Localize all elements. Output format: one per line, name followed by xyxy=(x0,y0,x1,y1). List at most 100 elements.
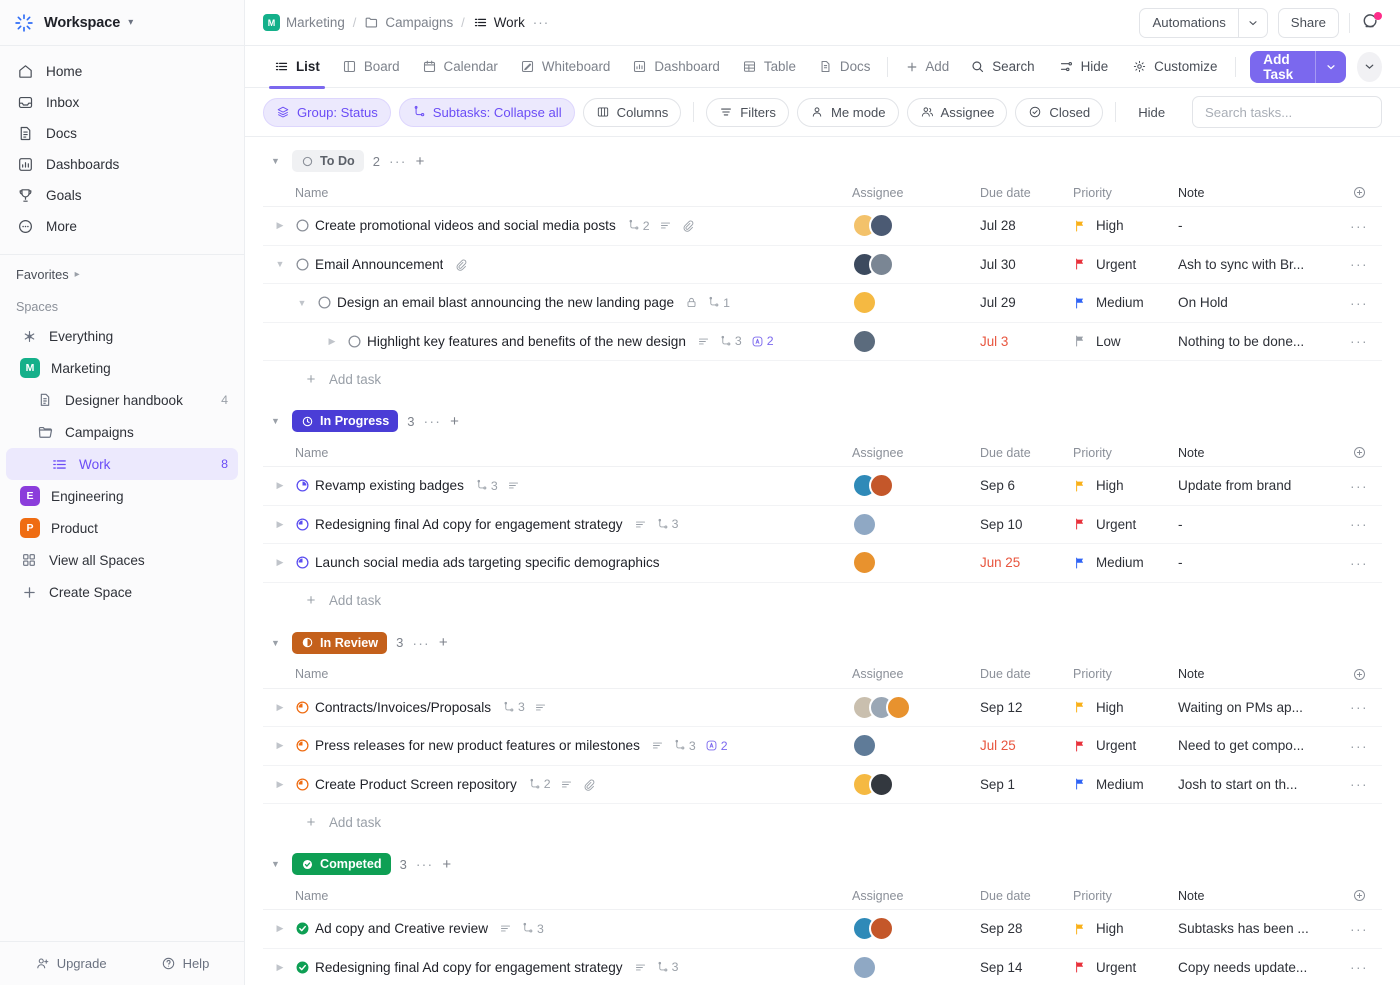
due-date-cell[interactable]: Sep 28 xyxy=(980,921,1073,936)
expand-caret-icon[interactable]: ▶ xyxy=(271,557,289,568)
assignee-cell[interactable] xyxy=(852,694,980,720)
assignee-cell[interactable] xyxy=(852,251,980,277)
sidebar-item-everything[interactable]: Everything xyxy=(6,320,238,352)
upgrade-button[interactable]: Upgrade xyxy=(35,956,107,971)
hide-filters-button[interactable]: Hide xyxy=(1128,105,1175,120)
row-menu-button[interactable]: ··· xyxy=(1336,699,1382,715)
expand-caret-icon[interactable]: ▶ xyxy=(271,702,289,713)
row-menu-button[interactable]: ··· xyxy=(1336,333,1382,349)
expand-caret-icon[interactable]: ▼ xyxy=(293,298,311,308)
tab-board[interactable]: Board xyxy=(331,46,411,88)
row-menu-button[interactable]: ··· xyxy=(1336,555,1382,571)
expand-caret-icon[interactable]: ▶ xyxy=(271,779,289,790)
nav-item-more[interactable]: More xyxy=(8,211,236,242)
priority-cell[interactable]: High xyxy=(1073,478,1178,493)
task-group-menu-button[interactable]: ··· xyxy=(389,153,407,169)
table-row[interactable]: ▶ Highlight key features and benefits of … xyxy=(263,323,1382,361)
task-group-menu-button[interactable]: ··· xyxy=(416,856,434,872)
workspace-switcher[interactable]: Workspace ▾ xyxy=(0,0,244,46)
tab-whiteboard[interactable]: Whiteboard xyxy=(509,46,621,88)
chip-me-mode[interactable]: Me mode xyxy=(796,97,899,127)
sidebar-item-designer-handbook[interactable]: Designer handbook 4 xyxy=(6,384,238,416)
priority-cell[interactable]: High xyxy=(1073,921,1178,936)
priority-cell[interactable]: Low xyxy=(1073,334,1178,349)
chip-columns[interactable]: Columns xyxy=(582,97,682,127)
share-button[interactable]: Share xyxy=(1277,7,1339,38)
sidebar-item-product[interactable]: P Product xyxy=(6,512,238,544)
assignee-cell[interactable] xyxy=(852,511,980,537)
help-button[interactable]: Help xyxy=(161,956,209,971)
expand-caret-icon[interactable]: ▼ xyxy=(271,259,289,269)
nav-item-dashboards[interactable]: Dashboards xyxy=(8,149,236,180)
due-date-cell[interactable]: Sep 10 xyxy=(980,517,1073,532)
hide-button[interactable]: Hide xyxy=(1049,52,1119,82)
note-cell[interactable]: - xyxy=(1178,218,1336,233)
sidebar-item-campaigns[interactable]: Campaigns xyxy=(6,416,238,448)
assignee-cell[interactable] xyxy=(852,290,980,316)
table-row[interactable]: ▶ Create promotional videos and social me… xyxy=(263,207,1382,246)
add-view-button[interactable]: Add xyxy=(894,59,960,74)
due-date-cell[interactable]: Jul 29 xyxy=(980,295,1073,310)
assignee-cell[interactable] xyxy=(852,733,980,759)
task-group-add-button[interactable]: + xyxy=(439,634,448,651)
table-row[interactable]: ▶ Create Product Screen repository 2 Sep 1 M… xyxy=(263,766,1382,804)
table-row[interactable]: ▼ Email Announcement Jul 30 Urgent Ash to sy… xyxy=(263,246,1382,284)
task-status-icon[interactable] xyxy=(289,256,315,273)
tab-dashboard[interactable]: Dashboard xyxy=(621,46,731,88)
row-menu-button[interactable]: ··· xyxy=(1336,478,1382,494)
chip-assignee[interactable]: Assignee xyxy=(906,97,1008,127)
expand-caret-icon[interactable]: ▶ xyxy=(271,923,289,934)
chevron-down-icon[interactable]: ▾ xyxy=(128,17,133,28)
note-cell[interactable]: Nothing to be done... xyxy=(1178,334,1336,349)
chevron-down-icon[interactable]: ▼ xyxy=(271,859,283,869)
chip-closed[interactable]: Closed xyxy=(1015,97,1104,127)
note-cell[interactable]: Update from brand xyxy=(1178,478,1336,493)
expand-caret-icon[interactable]: ▶ xyxy=(323,336,341,347)
row-menu-button[interactable]: ··· xyxy=(1336,218,1382,234)
row-menu-button[interactable]: ··· xyxy=(1336,738,1382,754)
row-menu-button[interactable]: ··· xyxy=(1336,516,1382,532)
nav-item-home[interactable]: Home xyxy=(8,56,236,87)
due-date-cell[interactable]: Sep 12 xyxy=(980,700,1073,715)
due-date-cell[interactable]: Sep 14 xyxy=(980,960,1073,975)
status-badge[interactable]: In Progress xyxy=(292,410,399,432)
task-group-add-button[interactable]: + xyxy=(450,413,459,430)
task-group-add-button[interactable]: + xyxy=(416,153,425,170)
note-cell[interactable]: Josh to start on th... xyxy=(1178,777,1336,792)
table-row[interactable]: ▶ Contracts/Invoices/Proposals 3 Sep 12 High… xyxy=(263,689,1382,727)
breadcrumb-item-marketing[interactable]: M Marketing xyxy=(263,14,345,31)
add-column-button[interactable] xyxy=(1336,185,1382,200)
priority-cell[interactable]: Urgent xyxy=(1073,960,1178,975)
breadcrumb-more-button[interactable]: ··· xyxy=(533,15,549,30)
task-status-icon[interactable] xyxy=(289,217,315,234)
task-status-icon[interactable] xyxy=(289,776,315,793)
nav-item-goals[interactable]: Goals xyxy=(8,180,236,211)
row-menu-button[interactable]: ··· xyxy=(1336,921,1382,937)
table-row[interactable]: ▶ Revamp existing badges 3 Sep 6 High Update … xyxy=(263,467,1382,506)
nav-item-inbox[interactable]: Inbox xyxy=(8,87,236,118)
status-badge[interactable]: In Review xyxy=(292,631,388,654)
tab-list[interactable]: List xyxy=(263,46,331,89)
row-menu-button[interactable]: ··· xyxy=(1336,959,1382,975)
add-task-row[interactable]: + Add task xyxy=(263,804,1382,840)
due-date-cell[interactable]: Jul 3 xyxy=(980,334,1073,349)
assignee-cell[interactable] xyxy=(852,916,980,942)
due-date-cell[interactable]: Sep 6 xyxy=(980,478,1073,493)
expand-caret-icon[interactable]: ▶ xyxy=(271,220,289,231)
nav-item-docs[interactable]: Docs xyxy=(8,118,236,149)
breadcrumb-item-work[interactable]: Work xyxy=(473,15,525,30)
note-cell[interactable]: Waiting on PMs ap... xyxy=(1178,700,1336,715)
note-cell[interactable]: On Hold xyxy=(1178,295,1336,310)
assignee-cell[interactable] xyxy=(852,473,980,499)
note-cell[interactable]: Subtasks has been ... xyxy=(1178,921,1336,936)
due-date-cell[interactable]: Jun 25 xyxy=(980,555,1073,570)
sidebar-item-create-space[interactable]: Create Space xyxy=(6,576,238,608)
table-row[interactable]: ▶ Launch social media ads targeting speci… xyxy=(263,544,1382,583)
expand-caret-icon[interactable]: ▶ xyxy=(271,740,289,751)
note-cell[interactable]: - xyxy=(1178,517,1336,532)
task-status-icon[interactable] xyxy=(289,477,315,494)
add-column-button[interactable] xyxy=(1336,888,1382,903)
add-task-button[interactable]: Add Task xyxy=(1250,50,1347,83)
chevron-down-icon[interactable] xyxy=(1315,50,1346,83)
due-date-cell[interactable]: Jul 25 xyxy=(980,738,1073,753)
